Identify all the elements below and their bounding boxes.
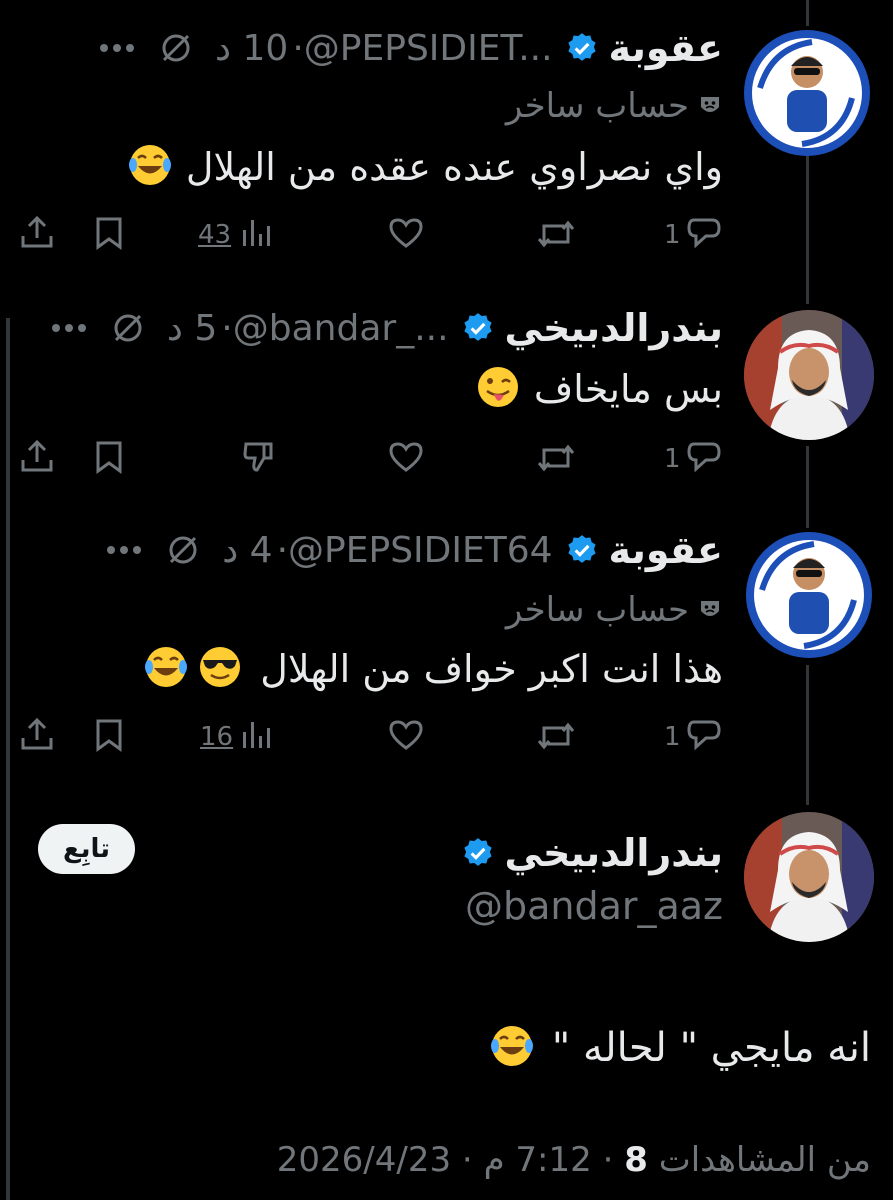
post-time: 7:12 م — [483, 1140, 592, 1180]
retweet-icon[interactable] — [536, 218, 576, 250]
like-icon[interactable] — [388, 718, 424, 752]
thread-line-2 — [806, 446, 809, 528]
thread-line-left — [6, 318, 10, 1200]
bookmark-icon[interactable] — [94, 440, 124, 474]
more-icon[interactable] — [106, 545, 142, 555]
views-count[interactable]: 16 — [200, 722, 233, 752]
separator-dot: · — [451, 1140, 473, 1180]
main-post-handle-row: @bandar_aaz — [465, 884, 723, 928]
grok-icon[interactable] — [166, 533, 200, 567]
reply-count[interactable]: 1 — [664, 722, 681, 752]
theater-masks-icon — [697, 93, 723, 119]
post-text: انه مايجي " لحاله " — [551, 1025, 871, 1071]
grok-icon[interactable] — [111, 311, 145, 345]
views-count[interactable]: 43 — [198, 220, 231, 250]
verified-icon — [565, 533, 599, 567]
author-name[interactable]: عقوبة — [609, 26, 723, 70]
avatar[interactable] — [744, 530, 874, 660]
reply-icon[interactable] — [686, 718, 722, 752]
more-icon[interactable] — [99, 43, 135, 53]
retweet-icon[interactable] — [536, 720, 576, 752]
like-icon[interactable] — [388, 440, 424, 474]
share-icon[interactable] — [20, 214, 54, 250]
reply-header: 4 د · @PEPSIDIET64 عقوبة — [106, 528, 723, 572]
satire-badge: حساب ساخر — [506, 86, 723, 126]
reply-header: 10 د · @PEPSIDIET... عقوبة — [99, 26, 723, 70]
reply-body: واي نصراوي عنده عقده من الهلال — [128, 140, 723, 194]
views-count[interactable]: 8 — [624, 1140, 648, 1180]
joy-emoji-icon — [128, 143, 172, 191]
separator-dot: · — [221, 307, 233, 349]
author-name[interactable]: عقوبة — [609, 528, 723, 572]
reply-icon[interactable] — [686, 440, 722, 474]
reply-text: بس مايخاف — [533, 367, 723, 411]
post-date: 2026/4/23 — [276, 1140, 452, 1180]
reply-body: هذا انت اكبر خواف من الهلال — [144, 642, 723, 696]
separator-dot: · — [292, 27, 304, 69]
verified-icon — [461, 311, 495, 345]
views-icon[interactable] — [240, 216, 272, 250]
bookmark-icon[interactable] — [94, 216, 124, 250]
downvote-icon[interactable] — [242, 438, 274, 474]
badge-label: حساب ساخر — [505, 590, 689, 630]
reply-header: 5 د · @bandar_... بندرالدبيخي — [51, 306, 723, 350]
separator-dot: · — [276, 529, 289, 571]
separator-dot: · — [591, 1140, 614, 1180]
author-handle[interactable]: @bandar_aaz — [465, 884, 723, 928]
reply-text: هذا انت اكبر خواف من الهلال — [260, 647, 723, 691]
thread-line-3 — [806, 665, 809, 805]
avatar[interactable] — [744, 310, 874, 440]
main-post-header: بندرالدبيخي — [461, 828, 723, 878]
thread-line-top — [806, 0, 809, 26]
retweet-icon[interactable] — [536, 442, 576, 474]
share-icon[interactable] — [20, 716, 54, 752]
author-handle[interactable]: @bandar_... — [233, 308, 449, 349]
author-name[interactable]: بندرالدبيخي — [505, 831, 723, 875]
avatar[interactable] — [744, 812, 874, 942]
theater-masks-icon — [697, 597, 723, 623]
verified-icon — [565, 31, 599, 65]
thread-line-1 — [806, 150, 809, 304]
reply-body: بس مايخاف — [476, 362, 723, 416]
like-icon[interactable] — [388, 216, 424, 250]
post-time[interactable]: 10 د — [215, 28, 288, 69]
follow-button[interactable]: تابِع — [38, 824, 135, 874]
main-post-body: انه مايجي " لحاله " — [490, 1018, 871, 1078]
share-icon[interactable] — [20, 438, 54, 474]
verified-icon — [461, 836, 495, 870]
more-icon[interactable] — [51, 323, 87, 333]
reply-icon[interactable] — [686, 216, 722, 250]
reply-count[interactable]: 1 — [664, 444, 681, 474]
author-name[interactable]: بندرالدبيخي — [505, 306, 723, 350]
avatar[interactable] — [742, 28, 872, 158]
joy-emoji-icon — [144, 645, 188, 693]
reply-text: واي نصراوي عنده عقده من الهلال — [185, 145, 723, 189]
post-time[interactable]: 4 د — [222, 530, 272, 571]
sunglasses-emoji-icon — [198, 645, 242, 693]
grok-icon[interactable] — [159, 31, 193, 65]
post-metadata: من المشاهدات 8 · 7:12 م · 2026/4/23 — [277, 1140, 871, 1180]
author-handle[interactable]: @PEPSIDIET... — [304, 28, 553, 69]
winking-tongue-emoji-icon — [476, 365, 520, 413]
views-label: من المشاهدات — [658, 1140, 871, 1180]
views-icon[interactable] — [240, 718, 272, 752]
author-handle[interactable]: @PEPSIDIET64 — [288, 530, 553, 571]
post-time[interactable]: 5 د — [167, 308, 217, 349]
satire-badge: حساب ساخر — [506, 590, 723, 630]
reply-count[interactable]: 1 — [664, 220, 681, 250]
joy-emoji-icon — [490, 1024, 534, 1072]
badge-label: حساب ساخر — [505, 86, 689, 126]
bookmark-icon[interactable] — [94, 718, 124, 752]
